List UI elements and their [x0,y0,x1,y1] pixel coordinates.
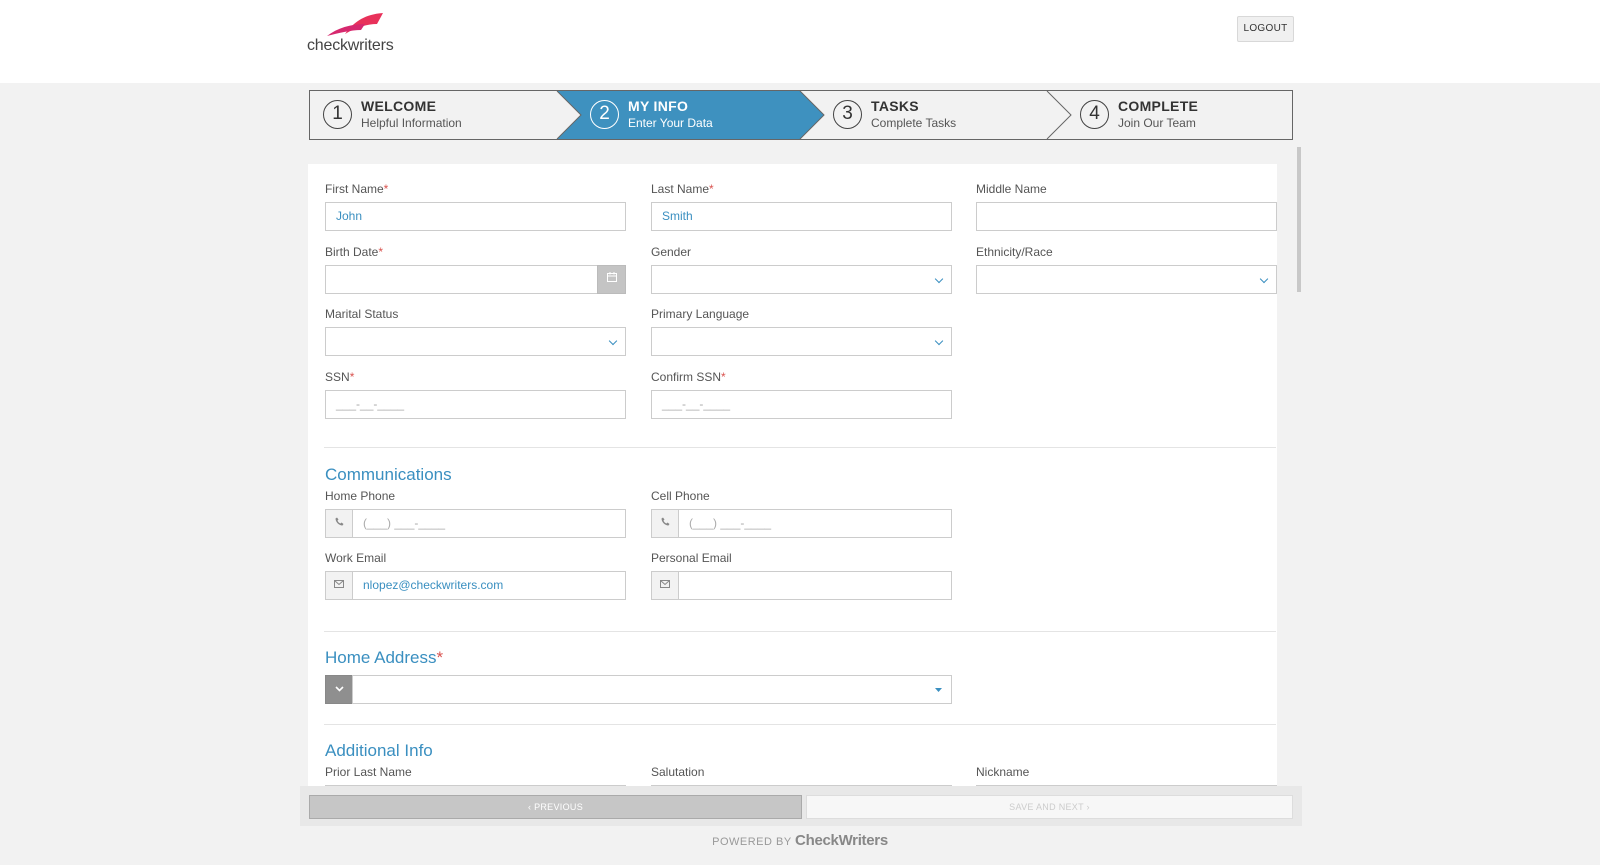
ethnicity-label: Ethnicity/Race [976,245,1053,259]
divider [324,724,1276,725]
last-name-input[interactable]: Smith [651,202,952,231]
primary-language-select[interactable] [651,327,952,356]
step-number: 1 [323,100,352,129]
step-complete[interactable]: 4 COMPLETE Join Our Team [1047,91,1292,139]
step-title: WELCOME [361,98,437,114]
first-name-label: First Name* [325,182,389,196]
middle-name-label: Middle Name [976,182,1047,196]
marital-status-label: Marital Status [325,307,399,321]
logout-button[interactable]: LOGOUT [1237,16,1294,42]
divider [324,447,1276,448]
step-title: COMPLETE [1118,98,1199,114]
save-and-next-button[interactable]: SAVE AND NEXT › [806,795,1293,819]
divider [324,631,1276,632]
home-phone-input[interactable]: (___) ___-____ [352,509,626,538]
work-email-input[interactable]: nlopez@checkwriters.com [352,571,626,600]
birth-date-input[interactable] [325,265,598,294]
phone-icon [651,509,679,538]
powered-by-label: POWERED BY [712,836,792,848]
envelope-icon [325,571,353,600]
communications-heading: Communications [325,465,452,484]
envelope-icon [651,571,679,600]
step-my-info[interactable]: 2 MY INFO Enter Your Data [557,91,817,139]
form-scrollbar[interactable] [1297,147,1301,292]
step-subtitle: Join Our Team [1118,116,1196,130]
confirm-ssn-input[interactable]: ___-__-____ [651,390,952,419]
top-bar: checkwriters LOGOUT [0,0,1600,83]
home-address-select[interactable] [352,675,952,704]
powered-by: POWERED BY CheckWriters [0,832,1600,849]
calendar-icon[interactable] [597,265,626,294]
caret-down-icon [935,688,942,692]
cell-phone-input[interactable]: (___) ___-____ [678,509,952,538]
step-number: 4 [1080,100,1109,129]
birth-date-label: Birth Date* [325,245,384,259]
chevron-down-icon[interactable] [325,675,353,704]
previous-button[interactable]: ‹ PREVIOUS [309,795,802,819]
salutation-label: Salutation [651,765,705,779]
ssn-label: SSN* [325,370,355,384]
step-number: 3 [833,100,862,129]
cell-phone-label: Cell Phone [651,489,710,503]
phone-icon [325,509,353,538]
step-welcome[interactable]: 1 WELCOME Helpful Information [310,91,557,139]
step-subtitle: Helpful Information [361,116,462,130]
nickname-label: Nickname [976,765,1030,779]
home-phone-label: Home Phone [325,489,396,503]
step-number: 2 [590,100,619,129]
my-info-form: First Name* John Last Name* Smith Middle… [308,164,1277,786]
checkwriters-logo[interactable]: checkwriters [307,12,397,56]
step-tasks[interactable]: 3 TASKS Complete Tasks [800,91,1047,139]
primary-language-label: Primary Language [651,307,750,321]
step-title: MY INFO [628,98,689,114]
personal-email-label: Personal Email [651,551,732,565]
confirm-ssn-label: Confirm SSN* [651,370,726,384]
logo-wordmark: checkwriters [307,37,394,54]
middle-name-input[interactable] [976,202,1277,231]
step-title: TASKS [871,98,919,114]
first-name-input[interactable]: John [325,202,626,231]
last-name-label: Last Name* [651,182,714,196]
ethnicity-select[interactable] [976,265,1277,294]
brand-logo-text: CheckWriters [795,832,888,849]
logo-wing-icon [327,13,383,36]
progress-stepper: 1 WELCOME Helpful Information 2 MY INFO … [309,90,1293,140]
gender-label: Gender [651,245,692,259]
work-email-label: Work Email [325,551,387,565]
prior-last-name-label: Prior Last Name [325,765,412,779]
ssn-input[interactable]: ___-__-____ [325,390,626,419]
personal-email-input[interactable] [678,571,952,600]
step-subtitle: Enter Your Data [628,116,713,130]
home-address-heading: Home Address* [325,648,444,667]
additional-info-heading: Additional Info [325,741,433,760]
gender-select[interactable] [651,265,952,294]
step-subtitle: Complete Tasks [871,116,957,130]
marital-status-select[interactable] [325,327,626,356]
